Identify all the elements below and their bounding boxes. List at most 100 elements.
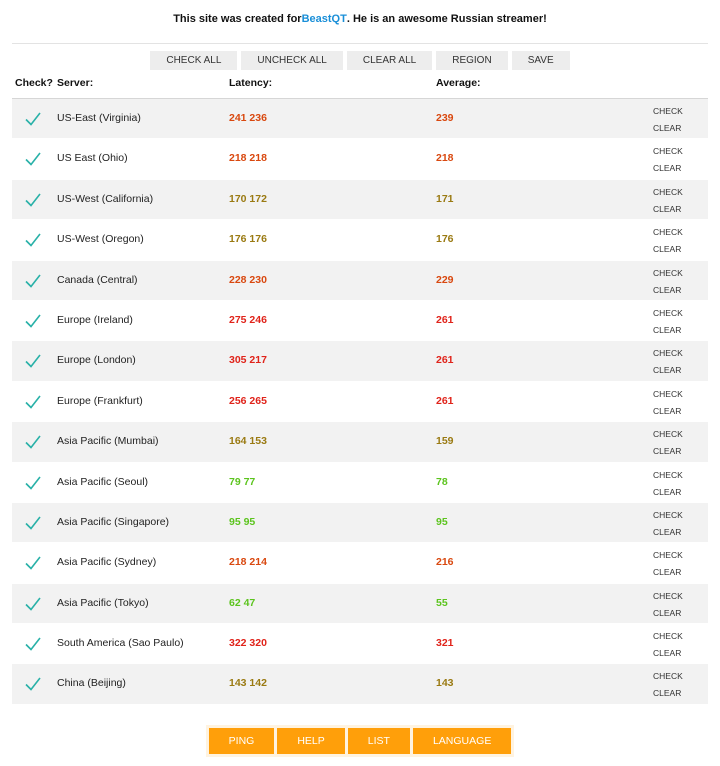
check-icon[interactable] [24, 433, 42, 451]
latency-value: 170 172 [229, 192, 267, 205]
row-actions: CHECK CLEAR [653, 588, 683, 622]
row-clear-link[interactable]: CLEAR [653, 524, 683, 541]
check-icon[interactable] [24, 675, 42, 693]
average-value: 176 [436, 233, 454, 246]
latency-value: 79 77 [229, 475, 256, 488]
row-check-link[interactable]: CHECK [653, 265, 683, 282]
check-icon[interactable] [24, 150, 42, 168]
row-check-link[interactable]: CHECK [653, 345, 683, 362]
row-check-link[interactable]: CHECK [653, 305, 683, 322]
server-name: Asia Pacific (Mumbai) [57, 435, 159, 448]
check-icon[interactable] [24, 191, 42, 209]
server-name: Europe (London) [57, 354, 136, 367]
column-server: Server: [57, 77, 94, 89]
check-icon[interactable] [24, 554, 42, 572]
row-check-link[interactable]: CHECK [653, 184, 683, 201]
row-clear-link[interactable]: CLEAR [653, 241, 683, 258]
latency-value: 322 320 [229, 637, 267, 650]
row-check-link[interactable]: CHECK [653, 668, 683, 685]
row-clear-link[interactable]: CLEAR [653, 685, 683, 702]
check-icon[interactable] [24, 110, 42, 128]
check-all-button[interactable]: CHECK ALL [150, 51, 238, 70]
row-clear-link[interactable]: CLEAR [653, 362, 683, 379]
table-row: Canada (Central) 228 230 229 CHECK CLEAR [12, 260, 708, 301]
table-row: US-East (Virginia) 241 236 239 CHECK CLEAR [12, 99, 708, 140]
region-button[interactable]: REGION [436, 51, 508, 70]
table-header: Check? Server: Latency: Average: [12, 70, 708, 99]
row-actions: CHECK CLEAR [653, 143, 683, 177]
table-row: Europe (Ireland) 275 246 261 CHECK CLEAR [12, 301, 708, 342]
average-value: 78 [436, 475, 448, 488]
row-check-link[interactable]: CHECK [653, 467, 683, 484]
table-row: South America (Sao Paulo) 322 320 321 CHECK… [12, 624, 708, 665]
average-value: 239 [436, 112, 454, 124]
row-check-link[interactable]: CHECK [653, 426, 683, 443]
row-check-link[interactable]: CHECK [653, 386, 683, 403]
row-actions: CHECK CLEAR [653, 265, 683, 299]
row-check-link[interactable]: CHECK [653, 507, 683, 524]
row-clear-link[interactable]: CLEAR [653, 120, 683, 137]
row-clear-link[interactable]: CLEAR [653, 282, 683, 299]
row-clear-link[interactable]: CLEAR [653, 160, 683, 177]
server-name: Asia Pacific (Tokyo) [57, 596, 149, 609]
row-clear-link[interactable]: CLEAR [653, 403, 683, 420]
row-check-link[interactable]: CHECK [653, 628, 683, 645]
credit-prefix: This site was created for [173, 13, 302, 25]
average-value: 159 [436, 435, 454, 448]
column-latency: Latency: [229, 77, 273, 89]
average-value: 229 [436, 273, 454, 286]
table-row: Asia Pacific (Seoul) 79 77 78 CHECK CLEAR [12, 463, 708, 503]
table-row: China (Beijing) 143 142 143 CHECK CLEAR [12, 664, 708, 705]
server-list: US-East (Virginia) 241 236 239 CHECK CLEAR US… [12, 99, 708, 705]
uncheck-all-button[interactable]: UNCHECK ALL [241, 51, 343, 70]
latency-value: 218 218 [229, 152, 267, 165]
table-row: Asia Pacific (Singapore) 95 95 95 CHECK CLEA… [12, 502, 708, 544]
check-icon[interactable] [24, 595, 42, 613]
row-check-link[interactable]: CHECK [653, 143, 683, 160]
row-clear-link[interactable]: CLEAR [653, 484, 683, 501]
table-row: US-West (Oregon) 176 176 176 CHECK CLEAR [12, 220, 708, 261]
row-clear-link[interactable]: CLEAR [653, 201, 683, 218]
row-check-link[interactable]: CHECK [653, 547, 683, 564]
check-icon[interactable] [24, 312, 42, 330]
check-icon[interactable] [24, 514, 42, 532]
row-actions: CHECK CLEAR [653, 224, 683, 258]
row-check-link[interactable]: CHECK [653, 224, 683, 241]
average-value: 171 [436, 192, 454, 205]
row-actions: CHECK CLEAR [653, 467, 683, 501]
table-row: Asia Pacific (Sydney) 218 214 216 CHECK CLEA… [12, 543, 708, 584]
table-row: US East (Ohio) 218 218 218 CHECK CLEAR [12, 139, 708, 180]
save-button[interactable]: SAVE [511, 51, 570, 70]
check-icon[interactable] [24, 393, 42, 411]
table-row: Europe (London) 305 217 261 CHECK CLEAR [12, 341, 708, 382]
average-value: 95 [436, 515, 448, 528]
server-name: US-East (Virginia) [57, 112, 141, 124]
average-value: 261 [436, 354, 454, 367]
latency-value: 95 95 [229, 515, 256, 528]
row-clear-link[interactable]: CLEAR [653, 605, 683, 622]
check-icon[interactable] [24, 231, 42, 249]
list-button[interactable]: LIST [347, 728, 410, 754]
check-icon[interactable] [24, 352, 42, 370]
check-icon[interactable] [24, 474, 42, 492]
average-value: 216 [436, 556, 454, 569]
clear-all-button[interactable]: CLEAR ALL [346, 51, 433, 70]
help-button[interactable]: HELP [277, 728, 345, 754]
check-icon[interactable] [24, 272, 42, 290]
server-name: Asia Pacific (Sydney) [57, 556, 157, 569]
ping-button[interactable]: PING [208, 728, 275, 754]
row-clear-link[interactable]: CLEAR [653, 645, 683, 662]
row-clear-link[interactable]: CLEAR [653, 322, 683, 339]
row-clear-link[interactable]: CLEAR [653, 564, 683, 581]
latency-value: 218 214 [229, 556, 267, 569]
row-check-link[interactable]: CHECK [653, 103, 683, 120]
credit-link[interactable]: BeastQT [302, 13, 347, 25]
language-button[interactable]: LANGUAGE [412, 728, 512, 754]
row-clear-link[interactable]: CLEAR [653, 443, 683, 460]
latency-value: 256 265 [229, 394, 267, 407]
row-check-link[interactable]: CHECK [653, 588, 683, 605]
check-icon[interactable] [24, 635, 42, 653]
latency-value: 143 142 [229, 677, 267, 690]
latency-value: 62 47 [229, 596, 256, 609]
row-actions: CHECK CLEAR [653, 507, 683, 541]
